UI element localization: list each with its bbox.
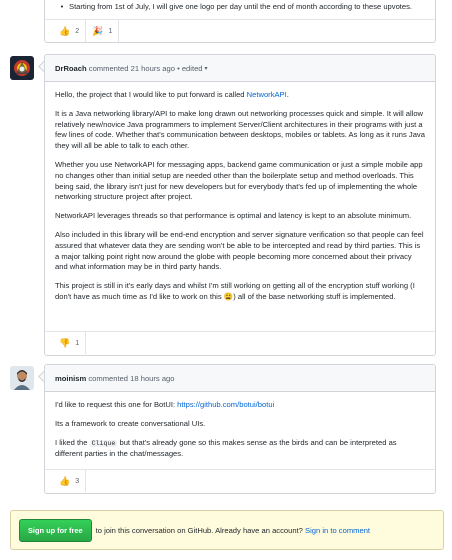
comment-body: Hello, the project that I would like to …: [45, 82, 435, 303]
drroach-avatar-image: [10, 56, 34, 80]
reaction-hooray-button[interactable]: 🎉 1: [86, 20, 120, 42]
sign-in-link[interactable]: Sign in to comment: [305, 526, 370, 535]
reaction-thumbs-up-button[interactable]: 👍 2: [53, 20, 87, 42]
comment-author[interactable]: DrRoach: [55, 64, 87, 73]
reactions-bar: 👍 2 🎉 1: [45, 19, 435, 42]
comment-header: moinism commented 18 hours ago: [45, 365, 435, 392]
reaction-thumbs-down-button[interactable]: 👎 1: [53, 332, 87, 354]
comment-moinism: moinism commented 18 hours ago I'd like …: [44, 364, 436, 494]
reaction-count: 1: [75, 339, 80, 347]
avatar[interactable]: [10, 366, 34, 390]
comment-paragraph: It is a Java networking library/API to m…: [55, 108, 425, 151]
moinism-avatar-image: [10, 366, 34, 390]
comment-paragraph: I'd like to request this one for BotUI: …: [55, 400, 275, 409]
party-popper-icon: 🎉: [92, 25, 104, 36]
reactions-bar: 👎 1: [45, 331, 435, 354]
networkapi-link[interactable]: NetworkAPI: [247, 90, 287, 99]
comment-timestamp[interactable]: 21 hours ago: [131, 64, 175, 73]
comment-header: DrRoach commented 21 hours ago • edited …: [45, 55, 435, 82]
comment-paragraph: Hello, the project that I would like to …: [55, 90, 289, 99]
sign-up-button[interactable]: Sign up for free: [19, 518, 92, 542]
commented-label: commented: [88, 63, 129, 73]
comment-author[interactable]: moinism: [55, 374, 86, 383]
edited-label[interactable]: • edited: [177, 64, 202, 73]
comment-paragraph: Its a framework to create conversational…: [55, 418, 206, 428]
comment-timestamp[interactable]: 18 hours ago: [130, 374, 174, 383]
comment-paragraph: NetworkAPI leverages threads so that per…: [55, 211, 412, 221]
comment-drroach: DrRoach commented 21 hours ago • edited …: [44, 54, 436, 356]
reaction-count: 2: [75, 27, 80, 35]
comment-paragraph: This project is still in it's early days…: [55, 281, 415, 301]
signup-text: to join this conversation on GitHub. Alr…: [95, 525, 371, 535]
comment-paragraph: Also included in this library will be en…: [55, 229, 424, 272]
commented-label: commented: [88, 373, 129, 383]
comment-body: I'd like to request this one for BotUI: …: [45, 392, 435, 460]
list-item: • Starting from 1st of July, I will give…: [45, 0, 435, 11]
chevron-down-icon[interactable]: ▾: [205, 65, 208, 72]
thumbs-up-icon: 👍: [59, 25, 71, 36]
thumbs-down-icon: 👎: [59, 337, 71, 348]
comment-paragraph: Whether you use NetworkAPI for messaging…: [55, 159, 423, 202]
avatar[interactable]: [10, 56, 34, 80]
signup-banner: Sign up for free to join this conversati…: [10, 510, 444, 550]
reactions-bar: 👍 3: [45, 469, 435, 492]
reaction-count: 3: [75, 477, 80, 485]
top-comment-box: • Starting from 1st of July, I will give…: [44, 0, 436, 43]
comment-paragraph: I liked the Clique but that's already go…: [55, 437, 397, 459]
bullet-text: Starting from 1st of July, I will give o…: [69, 2, 413, 11]
inline-code: Clique: [89, 439, 118, 447]
botui-link[interactable]: https://github.com/botui/botui: [177, 400, 274, 409]
reaction-count: 1: [108, 27, 113, 35]
thumbs-up-icon: 👍: [59, 475, 71, 486]
reaction-thumbs-up-button[interactable]: 👍 3: [53, 470, 87, 492]
bullet-dot: •: [60, 2, 64, 11]
weary-face-icon: 😩: [223, 291, 234, 301]
